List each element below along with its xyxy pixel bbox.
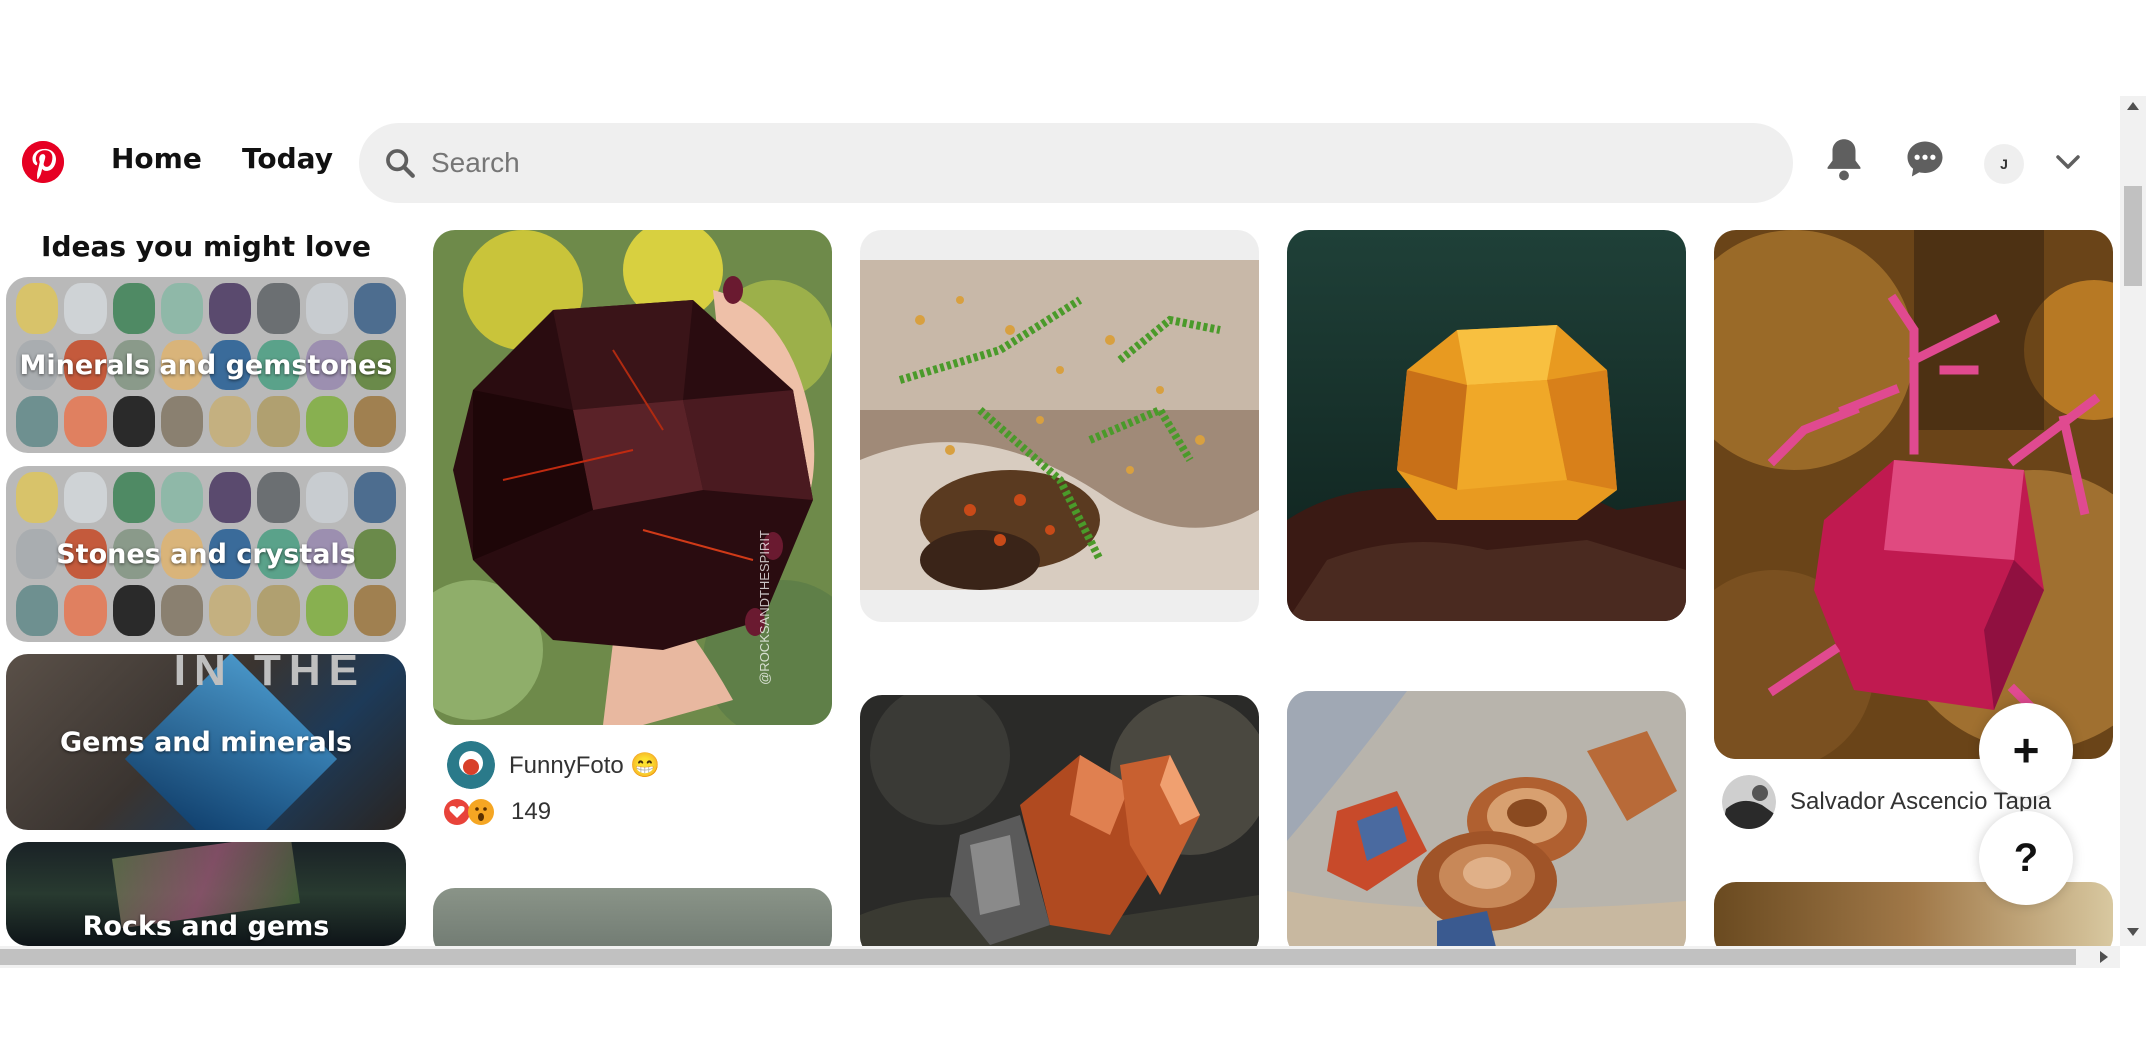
- pin-petrified-wood[interactable]: [1287, 691, 1686, 958]
- orange-crystal-image: [1287, 230, 1686, 621]
- idea-card-rocks-and-gems[interactable]: Rocks and gems: [6, 842, 406, 946]
- search-icon: [386, 149, 415, 178]
- pinterest-logo-icon[interactable]: [22, 141, 64, 183]
- user-avatar[interactable]: J: [1984, 144, 2024, 184]
- pin-watermark: @ROCKSANDTHESPIRIT: [757, 530, 773, 685]
- idea-card-label: Rocks and gems: [82, 911, 330, 942]
- pin-garnet-hand[interactable]: @ROCKSANDTHESPIRIT: [433, 230, 832, 725]
- nav-home-link[interactable]: Home: [111, 142, 202, 175]
- idea-card-minerals-and-gemstones[interactable]: Minerals and gemstones: [6, 277, 406, 453]
- pin-green-crystal-card[interactable]: [860, 230, 1259, 622]
- author-avatar[interactable]: [1722, 775, 1776, 829]
- help-button[interactable]: ?: [1979, 811, 2073, 905]
- messages-icon[interactable]: [1904, 138, 1946, 185]
- vertical-scrollbar[interactable]: [2120, 96, 2146, 946]
- author-name[interactable]: FunnyFoto 😁: [509, 751, 660, 780]
- reaction-count: 149: [511, 798, 552, 825]
- reaction-icons: [444, 799, 494, 825]
- idea-card-label: Minerals and gemstones: [19, 349, 393, 381]
- green-crystal-image: [860, 260, 1259, 590]
- search-bar[interactable]: [359, 123, 1793, 203]
- ideas-section-title: Ideas you might love: [41, 230, 371, 263]
- nav-today-link[interactable]: Today: [242, 142, 333, 175]
- scroll-right-arrow-icon[interactable]: [2100, 951, 2108, 963]
- pin-orange-crystal[interactable]: [1287, 230, 1686, 621]
- pin-author-row[interactable]: FunnyFoto 😁: [447, 741, 660, 789]
- scroll-down-arrow-icon[interactable]: [2127, 928, 2139, 936]
- pin-pink-crystal[interactable]: [1714, 230, 2113, 759]
- scroll-up-arrow-icon[interactable]: [2127, 102, 2139, 110]
- vertical-scroll-thumb[interactable]: [2124, 186, 2142, 286]
- horizontal-scrollbar[interactable]: [0, 946, 2120, 968]
- chevron-down-icon[interactable]: [2054, 152, 2082, 177]
- pink-crystal-image: [1714, 230, 2113, 759]
- idea-card-label: Stones and crystals: [56, 538, 356, 570]
- horizontal-scroll-thumb[interactable]: [0, 949, 2076, 965]
- notifications-bell-icon[interactable]: [1824, 136, 1864, 187]
- top-header: Home Today J: [0, 96, 2120, 230]
- idea-card-gems-and-minerals[interactable]: IN THE Gems and minerals: [6, 654, 406, 830]
- idea-card-stones-and-crystals[interactable]: Stones and crystals: [6, 466, 406, 642]
- pin-red-crystal-cluster[interactable]: [860, 695, 1259, 958]
- reaction-row: 149: [443, 798, 551, 826]
- search-input[interactable]: [431, 147, 1731, 179]
- author-avatar[interactable]: [447, 741, 495, 789]
- idea-card-label: Gems and minerals: [59, 726, 353, 758]
- create-button[interactable]: +: [1979, 703, 2073, 797]
- garnet-image: [433, 230, 832, 725]
- petrified-wood-image: [1287, 691, 1686, 958]
- idea-card-overlay-text: IN THE: [173, 654, 366, 695]
- red-crystal-image: [860, 695, 1259, 958]
- page-viewport: Home Today J: [0, 96, 2146, 968]
